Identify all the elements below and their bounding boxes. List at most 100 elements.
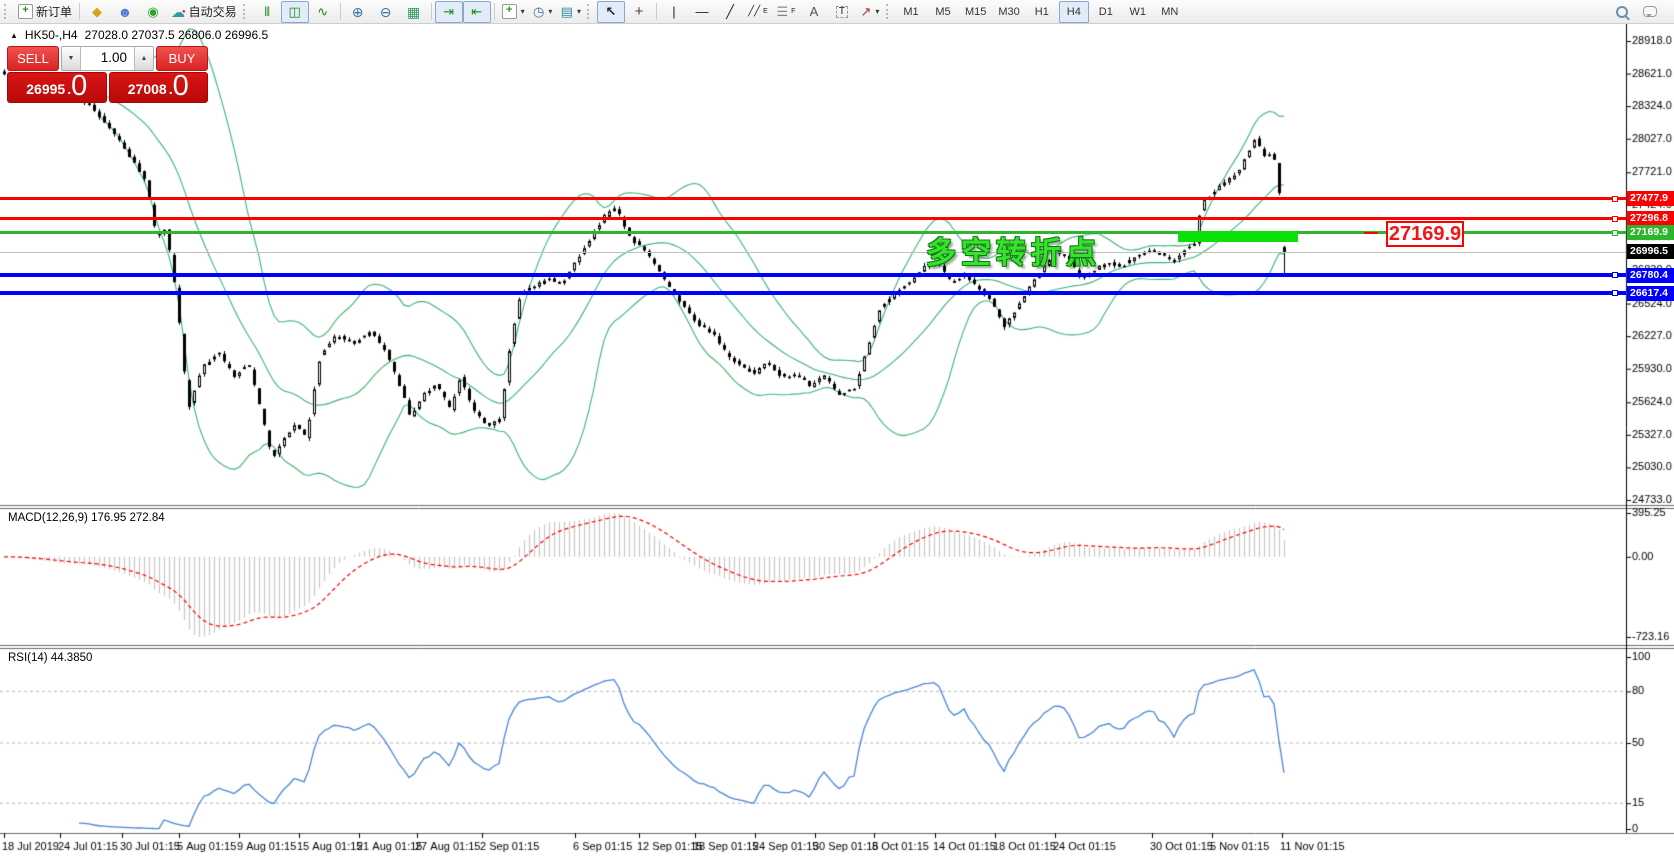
ohlc-values: 27028.0 27037.5 26806.0 26996.5 (85, 28, 269, 42)
buy-price-big-digit: 0 (173, 72, 189, 101)
tab-m15[interactable]: M15 (960, 1, 991, 23)
autotrading-button[interactable]: ☁ ● 自动交易 (167, 1, 241, 23)
zoom-in-icon: ⊕ (352, 5, 364, 19)
zoom-out-icon: ⊖ (380, 5, 392, 19)
symbol-label: HK50-,H4 (25, 28, 78, 42)
buy-price: 27008 (128, 81, 167, 97)
tab-w1[interactable]: W1 (1123, 1, 1153, 23)
chat-button[interactable] (1636, 1, 1664, 23)
tab-h4[interactable]: H4 (1059, 1, 1089, 23)
horizontal-line-icon: — (695, 5, 708, 18)
indicators-icon: + (502, 4, 517, 19)
search-button[interactable] (1608, 1, 1636, 23)
zoom-in-button[interactable]: ⊕ (344, 1, 372, 23)
volume-input[interactable]: 1.00 (81, 47, 134, 70)
chart-shift-icon: ⇤ (471, 5, 482, 18)
chat-icon (1643, 6, 1657, 17)
price-callout[interactable]: 27169.9 (1386, 221, 1464, 247)
separator (656, 3, 657, 20)
buy-price-box[interactable]: 27008 . 0 (109, 72, 209, 103)
panel-collapse-icon[interactable]: ▲ (10, 31, 18, 40)
new-order-button[interactable]: + 新订单 (14, 1, 76, 23)
wallet-icon: ◆ (92, 5, 102, 18)
profile-icon: ☻ (118, 5, 133, 19)
trendline-button[interactable]: ╱ (716, 1, 744, 23)
macd-indicator-label: MACD(12,26,9) 176.95 272.84 (8, 512, 165, 524)
separator (494, 3, 495, 20)
bar-chart-button[interactable]: ||| (253, 1, 281, 23)
tab-mn[interactable]: MN (1155, 1, 1185, 23)
indicators-button[interactable]: + ▾ (498, 1, 529, 23)
auto-scroll-button[interactable]: ⇥ (435, 1, 463, 23)
cursor-icon: ↖ (606, 5, 617, 18)
tile-windows-button[interactable]: ▦ (400, 1, 428, 23)
one-click-trade-panel: SELL ▼ 1.00 ▲ BUY 26995 . 0 27008 . 0 (7, 46, 208, 103)
horizontal-line-button[interactable]: — (688, 1, 716, 23)
buy-button[interactable]: BUY (156, 46, 208, 71)
tab-m1[interactable]: M1 (896, 1, 926, 23)
wallet-button[interactable]: ◆ (83, 1, 111, 23)
chart-shift-button[interactable]: ⇤ (463, 1, 491, 23)
chart-title: ▲ HK50-,H4 27028.0 27037.5 26806.0 26996… (10, 28, 268, 42)
vertical-line-icon: | (672, 5, 675, 18)
tile-windows-icon: ▦ (407, 5, 420, 19)
clock-icon: ◷ (533, 5, 544, 18)
autotrading-stop-dot-icon: ● (182, 9, 186, 15)
line-chart-button[interactable]: ∿ (309, 1, 337, 23)
new-order-icon: + (18, 4, 33, 19)
turning-point-annotation[interactable]: 多空转折点 (926, 228, 1101, 272)
crosshair-button[interactable]: + (625, 1, 653, 23)
trendline-icon: ╱ (726, 5, 734, 18)
vertical-line-button[interactable]: | (660, 1, 688, 23)
bar-chart-icon: ||| (264, 7, 269, 17)
tab-m5[interactable]: M5 (928, 1, 958, 23)
tab-m30[interactable]: M30 (993, 1, 1024, 23)
auto-scroll-icon: ⇥ (443, 5, 454, 18)
autotrading-label: 自动交易 (189, 3, 237, 20)
sell-price-box[interactable]: 26995 . 0 (7, 72, 107, 103)
text-label-button[interactable]: T (828, 1, 856, 23)
profile-button[interactable]: ☻ (111, 1, 139, 23)
arrows-icon: ↗ (861, 5, 872, 18)
separator (79, 3, 80, 20)
rsi-indicator-label: RSI(14) 44.3850 (8, 652, 92, 664)
signals-button[interactable]: ◉ (139, 1, 167, 23)
chevron-down-icon: ▾ (577, 7, 581, 16)
line-chart-icon: ∿ (317, 5, 328, 18)
toolbar-drag-handle[interactable] (243, 4, 249, 19)
zoom-out-button[interactable]: ⊖ (372, 1, 400, 23)
toolbar-drag-handle[interactable] (886, 4, 892, 19)
fibonacci-button[interactable]: ☰F (772, 1, 800, 23)
chevron-down-icon: ▾ (521, 7, 525, 16)
sell-button[interactable]: SELL (7, 46, 59, 71)
separator (340, 3, 341, 20)
toolbar-drag-handle[interactable] (4, 4, 10, 19)
arrows-button[interactable]: ↗ ▾ (856, 1, 884, 23)
search-icon (1616, 6, 1628, 18)
signals-icon: ◉ (147, 5, 158, 18)
chevron-down-icon: ▾ (875, 7, 879, 16)
chevron-down-icon: ▾ (548, 7, 552, 16)
templates-button[interactable]: ▤ ▾ (557, 1, 585, 23)
volume-spinner: ▼ 1.00 ▲ (61, 46, 154, 71)
sell-price-big-digit: 0 (71, 72, 87, 101)
candlestick-chart-button[interactable]: ◫ (281, 1, 309, 23)
chart-area: 27477.927296.827169.926780.426617.426996… (0, 24, 1674, 858)
toolbar-drag-handle[interactable] (587, 4, 593, 19)
timeframe-group: M1M5M15M30H1H4D1W1MN (896, 1, 1185, 23)
price-chart-canvas[interactable] (0, 24, 1674, 858)
fibonacci-icon: ☰ (777, 5, 789, 18)
volume-increase-button[interactable]: ▲ (134, 47, 153, 70)
tab-d1[interactable]: D1 (1091, 1, 1121, 23)
equidistant-channel-button[interactable]: ╱╱E (744, 1, 772, 23)
new-order-label: 新订单 (36, 3, 72, 20)
channel-icon: ╱╱ (748, 7, 760, 17)
crosshair-icon: + (635, 4, 644, 19)
periods-button[interactable]: ◷ ▾ (529, 1, 557, 23)
sell-price: 26995 (26, 81, 65, 97)
cursor-button[interactable]: ↖ (597, 1, 625, 23)
text-button[interactable]: A (800, 1, 828, 23)
volume-decrease-button[interactable]: ▼ (62, 47, 81, 70)
tab-h1[interactable]: H1 (1027, 1, 1057, 23)
text-icon: A (810, 5, 819, 18)
